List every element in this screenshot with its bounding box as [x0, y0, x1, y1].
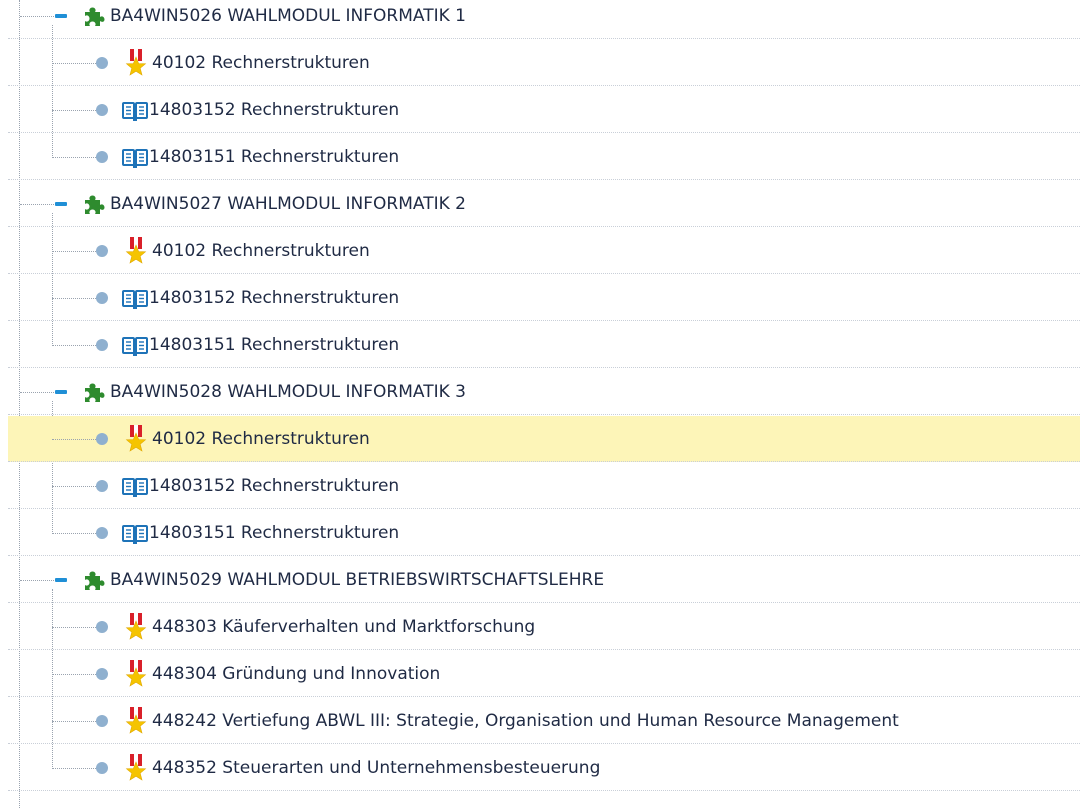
collapse-button[interactable] — [54, 197, 68, 211]
tree-connector — [20, 392, 54, 393]
item-label[interactable]: 448304 Gründung und Innovation — [152, 651, 440, 697]
puzzle-piece-icon — [82, 380, 106, 408]
leaf-bullet-icon — [96, 762, 108, 774]
item-row[interactable]: 14803151 Rechnerstrukturen — [8, 134, 1080, 180]
book-icon — [122, 100, 148, 126]
puzzle-piece-icon — [82, 568, 106, 596]
leaf-bullet-icon — [96, 57, 108, 69]
book-icon — [122, 147, 148, 173]
item-label[interactable]: 14803151 Rechnerstrukturen — [149, 510, 399, 556]
item-row-selected[interactable]: 40102 Rechnerstrukturen — [8, 416, 1080, 462]
tree-connector — [52, 486, 96, 487]
medal-icon — [124, 612, 148, 644]
leaf-bullet-icon — [96, 151, 108, 163]
group-label[interactable]: BA4WIN5029 WAHLMODUL BETRIEBSWIRTSCHAFTS… — [110, 557, 604, 603]
tree-connector — [52, 251, 96, 252]
item-row[interactable]: 40102 Rechnerstrukturen — [8, 40, 1080, 86]
item-label[interactable]: 14803151 Rechnerstrukturen — [149, 322, 399, 368]
leaf-bullet-icon — [96, 480, 108, 492]
book-icon — [122, 335, 148, 361]
item-label[interactable]: 448303 Käuferverhalten und Marktforschun… — [152, 604, 535, 650]
group-row[interactable]: BA4WIN5028 WAHLMODUL INFORMATIK 3 — [8, 369, 1080, 415]
item-row[interactable]: 14803151 Rechnerstrukturen — [8, 322, 1080, 368]
item-label[interactable]: 448242 Vertiefung ABWL III: Strategie, O… — [152, 698, 899, 744]
item-label[interactable]: 14803151 Rechnerstrukturen — [149, 134, 399, 180]
group-label[interactable]: BA4WIN5027 WAHLMODUL INFORMATIK 2 — [110, 181, 466, 227]
item-row[interactable]: 14803152 Rechnerstrukturen — [8, 87, 1080, 133]
item-row[interactable]: 14803151 Rechnerstrukturen — [8, 510, 1080, 556]
book-icon — [122, 288, 148, 314]
leaf-bullet-icon — [96, 433, 108, 445]
medal-icon — [124, 706, 148, 738]
group-row[interactable]: BA4WIN5029 WAHLMODUL BETRIEBSWIRTSCHAFTS… — [8, 557, 1080, 603]
tree-connector — [52, 533, 96, 534]
tree-connector — [52, 439, 96, 440]
item-row[interactable]: 448303 Käuferverhalten und Marktforschun… — [8, 604, 1080, 650]
item-row[interactable]: 14803152 Rechnerstrukturen — [8, 275, 1080, 321]
leaf-bullet-icon — [96, 621, 108, 633]
item-row[interactable]: 40102 Rechnerstrukturen — [8, 228, 1080, 274]
group-row[interactable]: BA4WIN5026 WAHLMODUL INFORMATIK 1 — [8, 0, 1080, 39]
tree-connector — [52, 63, 96, 64]
medal-icon — [124, 236, 148, 268]
medal-icon — [124, 424, 148, 456]
item-row[interactable]: 448352 Steuerarten und Unternehmensbeste… — [8, 745, 1080, 791]
tree-connector — [52, 768, 96, 769]
tree-connector — [20, 16, 54, 17]
medal-icon — [124, 753, 148, 785]
item-row[interactable]: 14803152 Rechnerstrukturen — [8, 463, 1080, 509]
puzzle-piece-icon — [82, 192, 106, 220]
tree-connector — [52, 721, 96, 722]
leaf-bullet-icon — [96, 292, 108, 304]
item-label[interactable]: 40102 Rechnerstrukturen — [152, 416, 370, 462]
group-label[interactable]: BA4WIN5026 WAHLMODUL INFORMATIK 1 — [110, 0, 466, 39]
tree-connector — [52, 157, 96, 158]
group-row[interactable]: BA4WIN5027 WAHLMODUL INFORMATIK 2 — [8, 181, 1080, 227]
item-label[interactable]: 448352 Steuerarten und Unternehmensbeste… — [152, 745, 600, 791]
tree-connector — [52, 110, 96, 111]
item-row[interactable]: 448304 Gründung und Innovation — [8, 651, 1080, 697]
item-label[interactable]: 14803152 Rechnerstrukturen — [149, 275, 399, 321]
tree-connector — [20, 580, 54, 581]
collapse-button[interactable] — [54, 9, 68, 23]
book-icon — [122, 523, 148, 549]
group-label[interactable]: BA4WIN5028 WAHLMODUL INFORMATIK 3 — [110, 369, 466, 415]
leaf-bullet-icon — [96, 527, 108, 539]
puzzle-piece-icon — [82, 4, 106, 32]
tree-connector — [52, 627, 96, 628]
collapse-button[interactable] — [54, 573, 68, 587]
item-label[interactable]: 40102 Rechnerstrukturen — [152, 228, 370, 274]
tree-connector — [52, 674, 96, 675]
medal-icon — [124, 659, 148, 691]
leaf-bullet-icon — [96, 245, 108, 257]
medal-icon — [124, 48, 148, 80]
leaf-bullet-icon — [96, 339, 108, 351]
item-label[interactable]: 40102 Rechnerstrukturen — [152, 40, 370, 86]
tree-connector — [52, 345, 96, 346]
collapse-button[interactable] — [54, 385, 68, 399]
tree-connector — [20, 204, 54, 205]
book-icon — [122, 476, 148, 502]
leaf-bullet-icon — [96, 668, 108, 680]
leaf-bullet-icon — [96, 715, 108, 727]
item-label[interactable]: 14803152 Rechnerstrukturen — [149, 87, 399, 133]
item-label[interactable]: 14803152 Rechnerstrukturen — [149, 463, 399, 509]
tree-connector — [52, 298, 96, 299]
module-tree: BA4WIN5026 WAHLMODUL INFORMATIK 1 40102 R… — [0, 0, 1080, 808]
leaf-bullet-icon — [96, 104, 108, 116]
item-row[interactable]: 448242 Vertiefung ABWL III: Strategie, O… — [8, 698, 1080, 744]
